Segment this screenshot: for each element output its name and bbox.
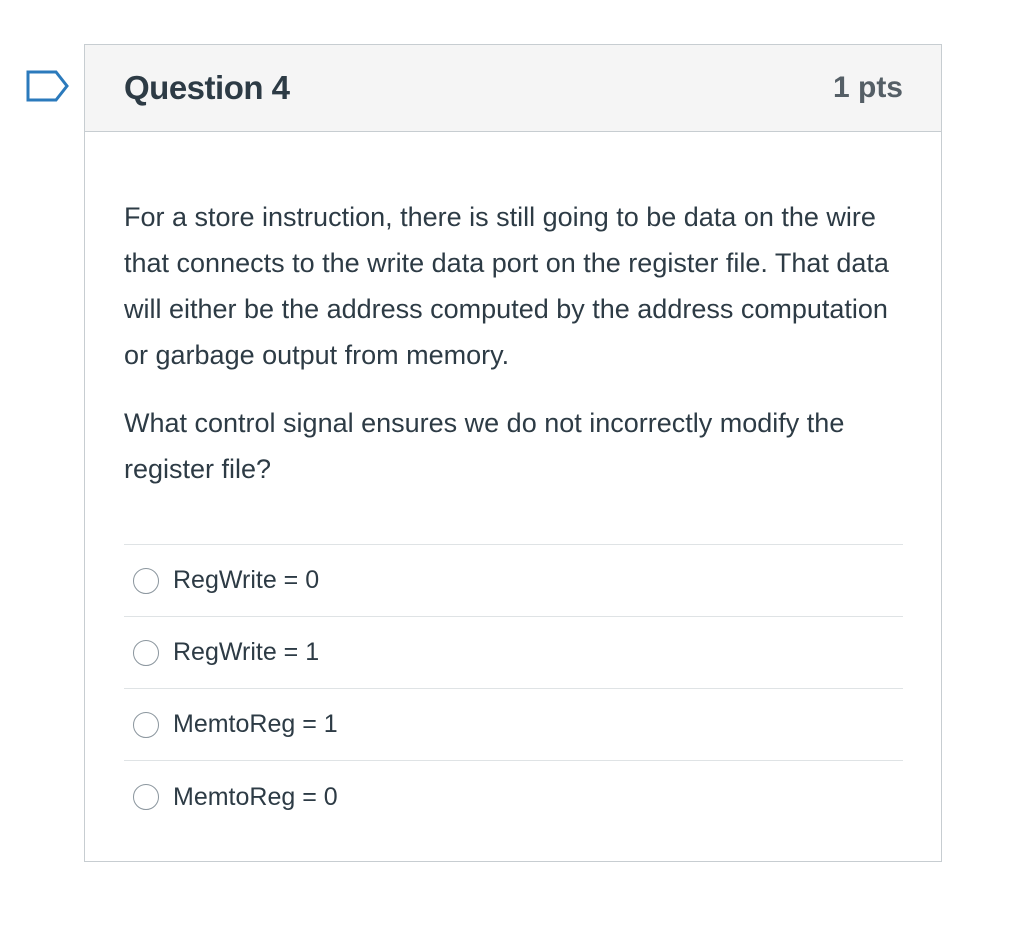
question-text: For a store instruction, there is still … (124, 202, 889, 370)
question-title: Question 4 (124, 69, 290, 106)
answer-label: MemtoReg = 0 (173, 782, 338, 811)
answer-option[interactable]: RegWrite = 1 (124, 617, 903, 689)
question-header: Question 4 1 pts (85, 45, 941, 132)
radio-button[interactable] (133, 711, 159, 738)
answer-label: RegWrite = 0 (173, 566, 320, 594)
answer-label: MemtoReg = 1 (173, 710, 338, 738)
question-body: For a store instruction, there is still … (85, 194, 941, 833)
question-card: Question 4 1 pts For a store instruction… (84, 44, 942, 862)
answer-label: RegWrite = 1 (173, 638, 320, 666)
answer-list: RegWrite = 0 RegWrite = 1 MemtoReg = 1 M… (124, 544, 903, 833)
answer-option[interactable]: MemtoReg = 0 (124, 761, 903, 833)
radio-button[interactable] (133, 784, 159, 810)
radio-button[interactable] (133, 567, 159, 594)
question-prompt: What control signal ensures we do not in… (124, 408, 845, 484)
radio-button[interactable] (133, 639, 159, 666)
answer-option[interactable]: MemtoReg = 1 (124, 689, 903, 761)
flag-question-icon[interactable] (26, 70, 70, 102)
quiz-page: Question 4 1 pts For a store instruction… (0, 0, 1024, 936)
question-points: 1 pts (832, 71, 903, 104)
answer-option[interactable]: RegWrite = 0 (124, 545, 903, 617)
